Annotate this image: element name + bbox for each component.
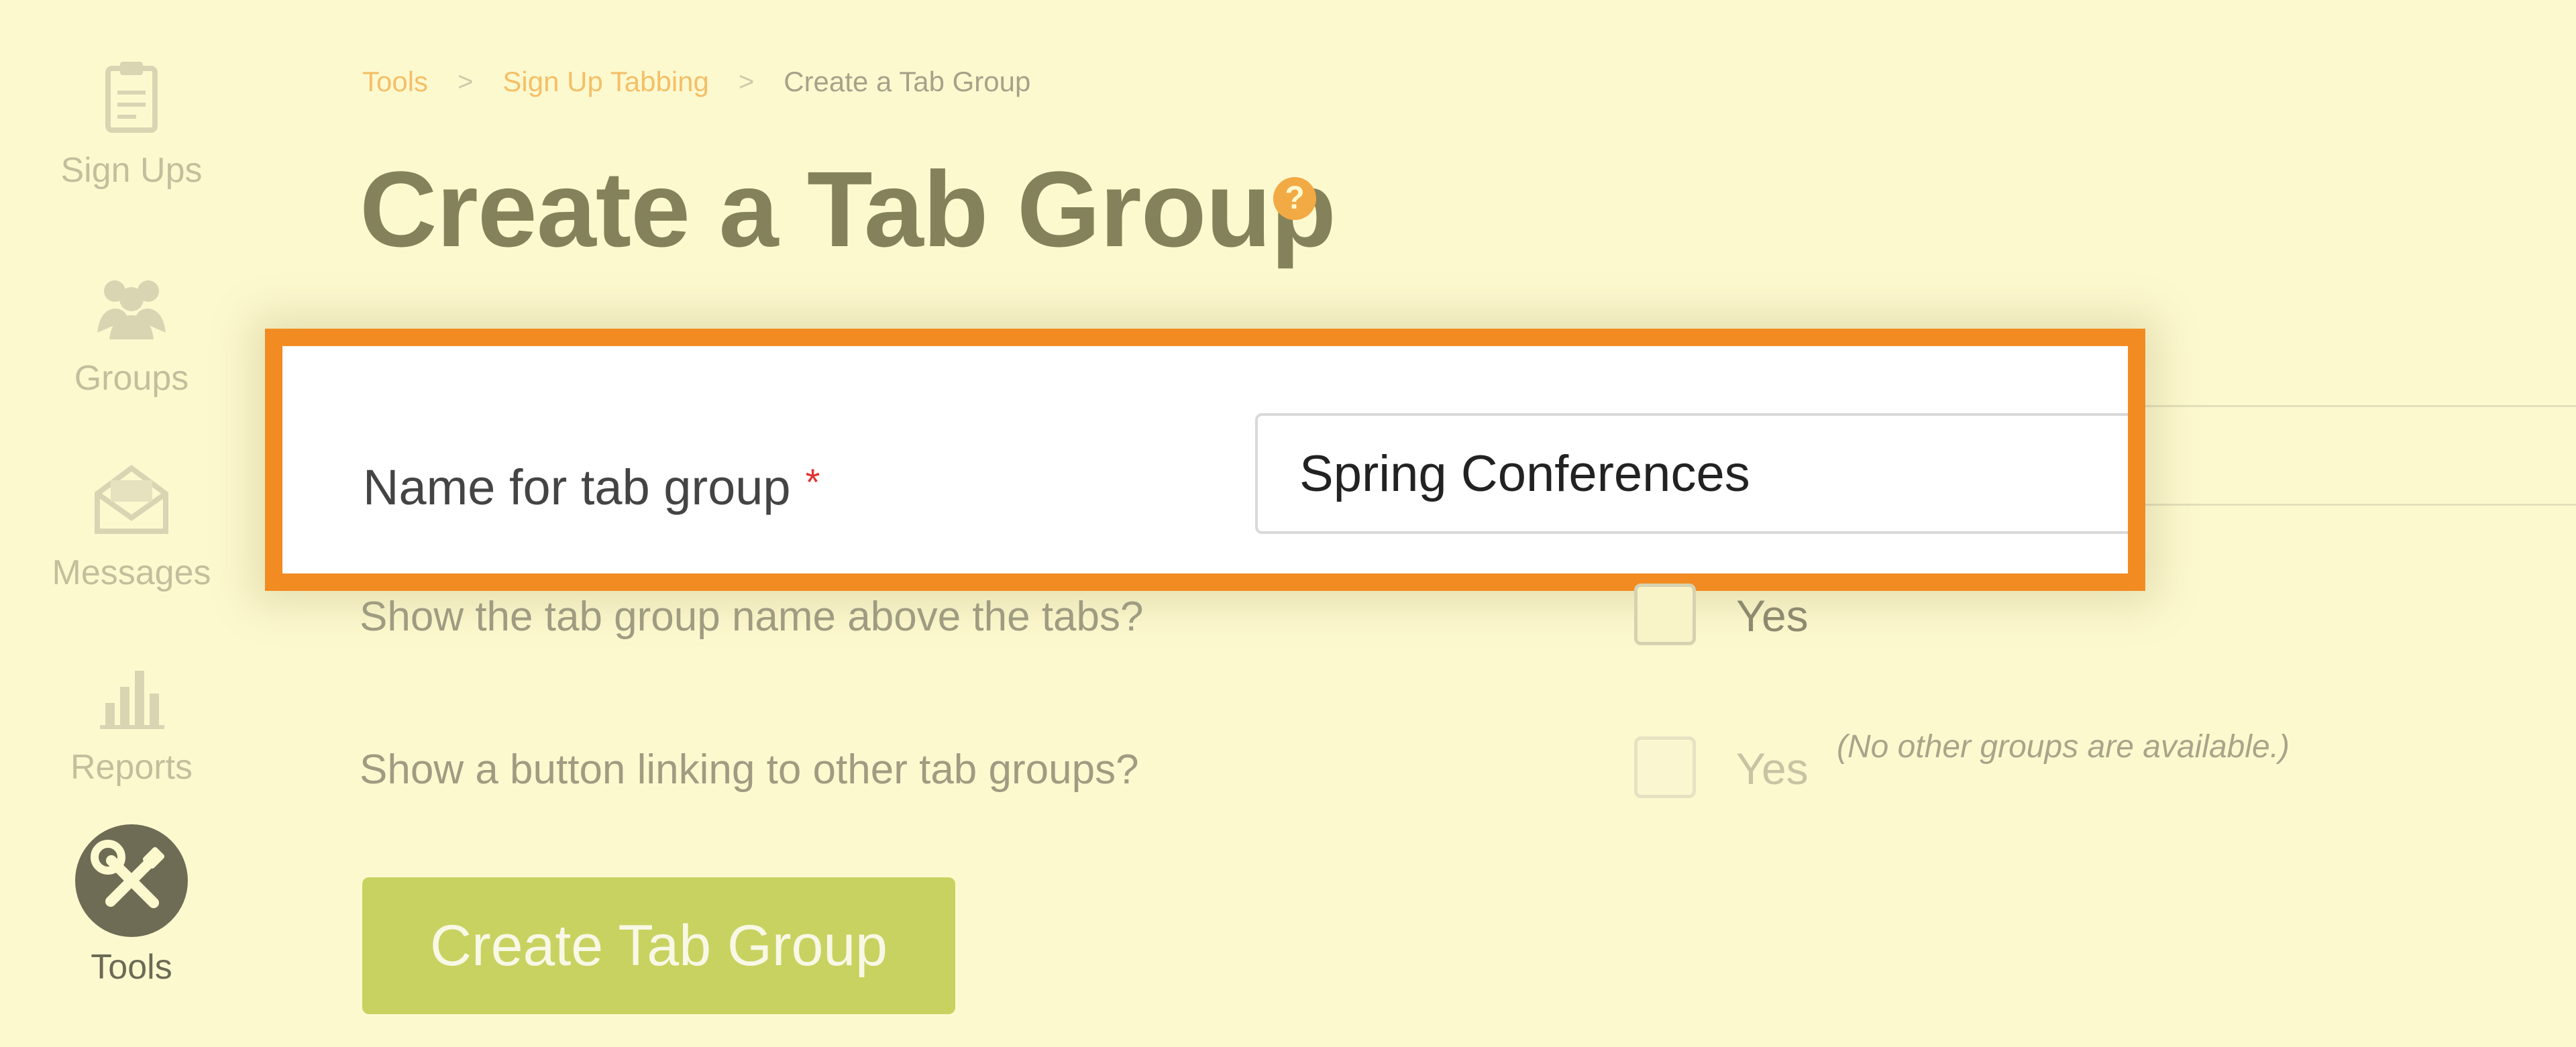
sidebar-item-label: Sign Ups xyxy=(60,151,203,190)
name-field-label: Name for tab group * xyxy=(363,459,820,516)
sidebar-item-messages[interactable]: Messages xyxy=(0,456,263,593)
highlight-box: Name for tab group * xyxy=(265,329,2145,591)
required-marker: * xyxy=(805,461,820,503)
show-button-label: Show a button linking to other tab group… xyxy=(360,747,1139,793)
sidebar-item-label: Reports xyxy=(70,748,193,787)
sidebar-item-reports[interactable]: Reports xyxy=(0,651,263,787)
sidebar-item-tools[interactable]: Tools xyxy=(0,824,263,987)
sidebar-item-groups[interactable]: Groups xyxy=(0,262,263,398)
no-groups-note: (No other groups are available.) xyxy=(1837,729,2290,765)
people-icon xyxy=(97,280,166,339)
breadcrumb-link-sign-up-tabbing[interactable]: Sign Up Tabbing xyxy=(502,66,708,98)
breadcrumb-separator: > xyxy=(458,66,474,97)
show-name-label: Show the tab group name above the tabs? xyxy=(360,594,1144,640)
sidebar-item-sign-ups[interactable]: Sign Ups xyxy=(0,54,263,190)
bar-chart-icon xyxy=(100,671,164,729)
page: Sign Ups Groups Messages Reports Tools T… xyxy=(0,0,2576,1047)
create-tab-group-button[interactable]: Create Tab Group xyxy=(362,877,955,1014)
show-button-yes-label: Yes xyxy=(1736,744,1809,793)
breadcrumb: Tools > Sign Up Tabbing > Create a Tab G… xyxy=(362,66,1030,98)
sidebar-item-label: Tools xyxy=(91,948,172,987)
name-field-label-text: Name for tab group xyxy=(363,459,791,515)
envelope-icon xyxy=(95,465,168,534)
name-input-background-edge xyxy=(2133,405,2576,506)
show-name-yes-label: Yes xyxy=(1736,591,1809,641)
show-name-checkbox[interactable] xyxy=(1634,584,1696,645)
tab-group-name-input[interactable] xyxy=(1255,413,2128,534)
breadcrumb-current: Create a Tab Group xyxy=(784,66,1031,97)
help-icon[interactable]: ? xyxy=(1273,177,1316,220)
breadcrumb-separator: > xyxy=(738,66,755,97)
sidebar-item-label: Groups xyxy=(74,359,189,398)
wrench-screwdriver-icon xyxy=(75,824,188,937)
breadcrumb-link-tools[interactable]: Tools xyxy=(362,66,428,98)
clipboard-icon xyxy=(105,62,158,133)
show-button-checkbox[interactable] xyxy=(1634,736,1696,798)
page-title: Create a Tab Group xyxy=(360,149,1336,269)
sidebar-item-label: Messages xyxy=(52,553,211,592)
